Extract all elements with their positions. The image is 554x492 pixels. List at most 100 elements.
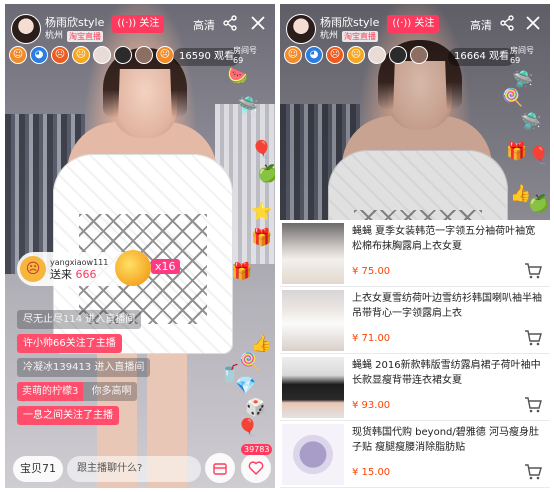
- close-icon[interactable]: [522, 12, 544, 34]
- product-title[interactable]: 现货韩国代购 beyond/碧雅德 河马瘦身肚子贴 瘦腿瘦腰消除脂肪贴: [352, 425, 544, 455]
- viewer-avatar[interactable]: ◕: [30, 46, 48, 64]
- share-icon[interactable]: [496, 12, 518, 34]
- cart-icon[interactable]: [524, 262, 542, 280]
- live-stream-panel-right: 杨雨欣style 杭州 淘宝直播 ((·)) 关注 高清 ☺ ◕ ☹ ☹ 166…: [280, 4, 550, 488]
- balloon-icon: 🎈: [528, 146, 550, 166]
- cart-icon[interactable]: [524, 396, 542, 414]
- anchor-info: 杨雨欣style 杭州 淘宝直播: [45, 16, 104, 42]
- product-image[interactable]: [282, 424, 344, 485]
- viewer-avatar[interactable]: [368, 46, 386, 64]
- product-price: ¥ 93.00: [352, 400, 391, 411]
- ufo-icon: 🛸: [512, 70, 534, 90]
- viewer-avatar[interactable]: ☹: [51, 46, 69, 64]
- viewer-avatars[interactable]: ☺ ◕ ☹ ☹: [284, 46, 428, 64]
- gift-sender-avatar: ☹: [20, 256, 46, 282]
- product-list: 蝇蝇 夏季女装韩范一字领五分袖荷叶袖宽松棉布抹胸露肩上衣女夏 ¥ 75.00 上…: [280, 220, 550, 488]
- follow-button[interactable]: ((·)) 关注: [387, 15, 440, 33]
- product-image[interactable]: [282, 357, 344, 418]
- product-price: ¥ 71.00: [352, 333, 391, 344]
- follow-label: 关注: [414, 18, 435, 29]
- chat-input[interactable]: 跟主播聊什么?: [67, 456, 201, 482]
- chat-message: 许小帅66关注了主播: [17, 334, 122, 353]
- viewer-avatar[interactable]: ◕: [305, 46, 323, 64]
- like-count: 39783: [241, 444, 273, 455]
- viewer-avatar[interactable]: ☺: [9, 46, 27, 64]
- coin-gift-icon: [115, 250, 151, 286]
- chat-message: 冷凝冰139413 进入直播间: [17, 358, 151, 377]
- anchor-header[interactable]: 杨雨欣style 杭州 淘宝直播 ((·)) 关注: [11, 12, 165, 46]
- thumbs-up-icon: 👍: [251, 334, 273, 354]
- anchor-avatar[interactable]: [11, 14, 41, 44]
- viewer-avatar[interactable]: ☺: [284, 46, 302, 64]
- lollipop-icon: 🍭: [502, 88, 524, 108]
- viewer-avatar[interactable]: ☹: [326, 46, 344, 64]
- anchor-sub: 杭州 淘宝直播: [45, 31, 104, 42]
- bag-icon: [213, 463, 227, 475]
- chat-message: 一息之间关注了主播: [17, 406, 119, 425]
- channel-tag: 淘宝直播: [67, 31, 104, 42]
- product-title[interactable]: 蝇蝇 夏季女装韩范一字领五分袖荷叶袖宽松棉布抹胸露肩上衣女夏: [352, 224, 544, 254]
- viewer-avatar[interactable]: ☹: [347, 46, 365, 64]
- product-title[interactable]: 上衣女夏雪纺荷叶边雪纺衫韩国喇叭袖半袖吊带背心一字领露肩上衣: [352, 291, 544, 321]
- gift-count: 666: [75, 267, 97, 281]
- like-button[interactable]: [241, 453, 271, 483]
- product-item[interactable]: 蝇蝇 夏季女装韩范一字领五分袖荷叶袖宽松棉布抹胸露肩上衣女夏 ¥ 75.00: [280, 220, 550, 287]
- gift-box-icon: 🎁: [231, 262, 253, 282]
- close-icon[interactable]: [247, 12, 269, 34]
- chat-text: 你多高啊: [88, 386, 132, 397]
- broadcast-icon: ((·)): [117, 18, 137, 29]
- lollipop-icon: 🍭: [239, 352, 261, 372]
- anchor-info: 杨雨欣style 杭州 淘宝直播: [320, 16, 379, 42]
- viewer-avatar[interactable]: ☹: [72, 46, 90, 64]
- ufo-icon: 🛸: [520, 112, 542, 132]
- heart-icon: [248, 461, 264, 475]
- cart-icon[interactable]: [524, 463, 542, 481]
- gift-action: 送来 666: [50, 268, 108, 281]
- chat-user: 卖萌的柠檬3: [17, 382, 84, 401]
- watch-count: 16590 观看: [173, 48, 240, 66]
- viewer-avatars[interactable]: ☺ ◕ ☹ ☹ ☹: [9, 46, 174, 64]
- viewer-avatar[interactable]: [135, 46, 153, 64]
- gift-icon: 🎁: [251, 228, 273, 248]
- room-number-label: 房间号: [233, 46, 257, 55]
- gift-sender-name: yangxiaow111: [50, 257, 109, 267]
- product-item[interactable]: 上衣女夏雪纺荷叶边雪纺衫韩国喇叭袖半袖吊带背心一字领露肩上衣 ¥ 71.00: [280, 287, 550, 354]
- cart-icon[interactable]: [524, 329, 542, 347]
- ufo-icon: 🛸: [237, 96, 259, 116]
- room-number-label: 房间号: [510, 46, 534, 55]
- anchor-city: 杭州: [320, 31, 339, 41]
- follow-button[interactable]: ((·)) 关注: [112, 15, 165, 33]
- share-icon[interactable]: [219, 12, 241, 34]
- product-price: ¥ 15.00: [352, 467, 391, 478]
- viewer-avatar[interactable]: [93, 46, 111, 64]
- viewer-avatar[interactable]: ☹: [156, 46, 174, 64]
- product-title[interactable]: 蝇蝇 2016新款韩版雪纺露肩裙子荷叶袖中长款显瘦背带连衣裙女夏: [352, 358, 544, 388]
- products-button[interactable]: 宝贝71: [13, 456, 63, 482]
- gift-effect-icon: 🍉: [227, 66, 249, 86]
- quality-toggle[interactable]: 高清: [470, 17, 492, 33]
- balloon-icon: 🎈: [251, 140, 273, 160]
- follow-label: 关注: [139, 18, 160, 29]
- broadcast-icon: ((·)): [392, 18, 412, 29]
- product-image[interactable]: [282, 290, 344, 351]
- quality-toggle[interactable]: 高清: [193, 17, 215, 33]
- viewer-avatar[interactable]: [410, 46, 428, 64]
- live-stream-panel-left: 杨雨欣style 杭州 淘宝直播 ((·)) 关注 高清 ☺ ◕ ☹ ☹ ☹ 1…: [5, 4, 275, 488]
- anchor-name: 杨雨欣style: [45, 16, 105, 29]
- gift-icon: 🎁: [506, 142, 528, 162]
- apple-icon: 🍏: [528, 194, 550, 214]
- star-icon: ⭐: [251, 202, 273, 222]
- product-image[interactable]: [282, 223, 344, 284]
- product-item[interactable]: 蝇蝇 2016新款韩版雪纺露肩裙子荷叶袖中长款显瘦背带连衣裙女夏 ¥ 93.00: [280, 354, 550, 421]
- viewer-avatar[interactable]: [389, 46, 407, 64]
- chat-message: 尽无止尽114 进入直播间: [17, 310, 142, 329]
- anchor-avatar[interactable]: [286, 14, 316, 44]
- anchor-header[interactable]: 杨雨欣style 杭州 淘宝直播 ((·)) 关注: [286, 12, 440, 46]
- channel-tag: 淘宝直播: [342, 31, 379, 42]
- balloon-icon: 🎈: [237, 418, 259, 438]
- shop-bag-button[interactable]: [205, 453, 235, 483]
- combo-badge: x16: [151, 259, 180, 274]
- product-item[interactable]: 现货韩国代购 beyond/碧雅德 河马瘦身肚子贴 瘦腿瘦腰消除脂肪贴 ¥ 15…: [280, 421, 550, 488]
- room-number-value: 69: [233, 56, 244, 65]
- viewer-avatar[interactable]: [114, 46, 132, 64]
